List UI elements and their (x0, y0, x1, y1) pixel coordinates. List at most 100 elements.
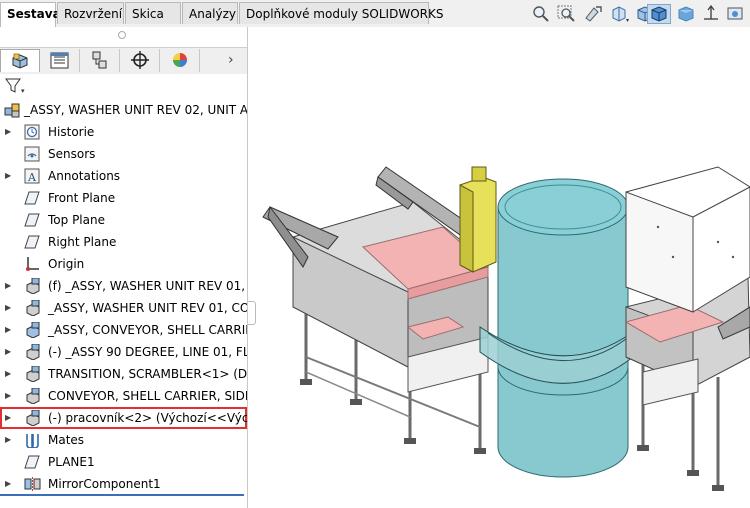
section-view-icon[interactable]: ▾ (608, 4, 630, 24)
tree-item-label: Front Plane (48, 191, 116, 205)
feature-manager-panel: › ▾ _ASSY, WASHER UNIT REV 02, UNIT ASSE… (0, 27, 248, 508)
tree-item-label: _ASSY, WASHER UNIT REV 01, COLD F (48, 301, 247, 315)
tree-item-origin[interactable]: Origin (0, 253, 247, 275)
expand-arrow-icon[interactable]: ▶ (5, 121, 13, 143)
tree-item-top-plane[interactable]: Top Plane (0, 209, 247, 231)
tree-root[interactable]: _ASSY, WASHER UNIT REV 02, UNIT ASSEN (0, 99, 247, 121)
assembly-model[interactable] (248, 27, 750, 508)
panel-grip[interactable] (118, 31, 126, 39)
subassembly-icon (24, 409, 41, 427)
tree-item-assy-90-degree[interactable]: ▶ (-) _ASSY 90 DEGREE, LINE 01, FLOOR (0, 341, 247, 363)
filter-row: ▾ (0, 74, 247, 98)
zoom-to-fit-icon[interactable] (530, 4, 552, 24)
tree-item-label: (-) _ASSY 90 DEGREE, LINE 01, FLOOR (48, 345, 247, 359)
tree-item-front-plane[interactable]: Front Plane (0, 187, 247, 209)
tab-sestava[interactable]: Sestava (0, 2, 61, 27)
splitter-handle[interactable] (248, 301, 256, 325)
graphics-area[interactable] (248, 27, 750, 508)
shaded-icon[interactable] (675, 4, 697, 24)
tree-item-label: Sensors (48, 147, 96, 161)
previous-view-icon[interactable] (582, 4, 604, 24)
mates-icon (24, 432, 41, 449)
tree-item-conveyor-shell-carrier[interactable]: ▶ _ASSY, CONVEYOR, SHELL CARRIER< (0, 319, 247, 341)
cylinder-part[interactable] (479, 178, 634, 478)
svg-text:▾: ▾ (21, 87, 25, 95)
tree-item-washer-hot[interactable]: ▶ (f) _ASSY, WASHER UNIT REV 01, HOT (0, 275, 247, 297)
tree-item-right-plane[interactable]: Right Plane (0, 231, 247, 253)
tree-item-label: Annotations (48, 169, 121, 183)
plane-icon (24, 190, 41, 206)
svg-text:A: A (27, 171, 37, 184)
feature-manager-icon[interactable] (0, 49, 40, 72)
tab-analyzy[interactable]: Analýzy (182, 2, 238, 24)
tree-item-label: Right Plane (48, 235, 117, 249)
history-icon (24, 124, 41, 140)
manager-tab-bar: › (0, 47, 247, 75)
tree-root-label: _ASSY, WASHER UNIT REV 02, UNIT ASSEN (24, 103, 247, 117)
subassembly-icon (24, 277, 41, 295)
chevron-right-icon[interactable]: › (228, 50, 242, 70)
tab-doplnkove-moduly[interactable]: Doplňkové moduly SOLIDWORKS (239, 2, 443, 24)
tree-item-label: Historie (48, 125, 95, 139)
tree-item-washer-cold[interactable]: ▶ _ASSY, WASHER UNIT REV 01, COLD F (0, 297, 247, 319)
bottle-part[interactable] (459, 166, 497, 273)
shaded-with-edges-icon[interactable] (647, 4, 671, 24)
tree-item-label: PLANE1 (48, 455, 95, 469)
subassembly-icon (24, 321, 41, 339)
dimxpert-manager-icon[interactable] (120, 49, 160, 72)
tree-item-label: Mates (48, 433, 85, 447)
tree-item-label: Origin (48, 257, 85, 271)
svg-text:▾: ▾ (626, 17, 629, 24)
plane-icon (24, 212, 41, 228)
expand-arrow-icon[interactable]: ▶ (5, 363, 13, 385)
property-manager-icon[interactable] (40, 49, 80, 72)
subassembly-icon (24, 365, 41, 383)
tree-item-transition-scrambler[interactable]: ▶ TRANSITION, SCRAMBLER<1> (Defau (0, 363, 247, 385)
expand-arrow-icon[interactable]: ▶ (5, 341, 13, 363)
sensors-icon (24, 146, 41, 162)
tree-item-label: TRANSITION, SCRAMBLER<1> (Defau (48, 367, 247, 381)
expand-arrow-icon[interactable]: ▶ (5, 385, 13, 407)
left-conveyor[interactable] (262, 166, 490, 454)
expand-arrow-icon[interactable]: ▶ (5, 165, 13, 187)
tree-item-label: _ASSY, CONVEYOR, SHELL CARRIER< (48, 323, 247, 337)
tree-item-label: Top Plane (48, 213, 105, 227)
subassembly-icon (24, 387, 41, 405)
tree-item-mates[interactable]: ▶ Mates (0, 429, 247, 451)
expand-arrow-icon[interactable]: ▶ (5, 429, 13, 451)
subassembly-icon (24, 343, 41, 361)
tree-item-conveyor-side-rail[interactable]: ▶ CONVEYOR, SHELL CARRIER, SIDE RA (0, 385, 247, 407)
tree-item-historie[interactable]: ▶ Historie (0, 121, 247, 143)
right-conveyor[interactable] (624, 166, 750, 491)
expand-arrow-icon[interactable]: ▶ (5, 275, 13, 297)
expand-arrow-icon[interactable]: ▶ (5, 319, 13, 341)
tree-item-label: MirrorComponent1 (48, 477, 161, 491)
command-manager-tabs: Sestava Rozvržení Skica Analýzy Doplňkov… (0, 0, 750, 28)
view-setting-icon[interactable] (725, 4, 747, 24)
configuration-manager-icon[interactable] (80, 49, 120, 72)
expand-arrow-icon[interactable]: ▶ (5, 297, 13, 319)
normal-to-icon[interactable] (700, 4, 722, 24)
tree-item-sensors[interactable]: Sensors (0, 143, 247, 165)
expand-arrow-icon[interactable]: ▶ (5, 473, 13, 495)
plane-icon (24, 454, 41, 470)
tree-item-mirror-component[interactable]: ▶ MirrorComponent1 (0, 473, 247, 495)
tree-item-plane1[interactable]: PLANE1 (0, 451, 247, 473)
tree-item-annotations[interactable]: ▶ A Annotations (0, 165, 247, 187)
tree-item-label: (-) pracovník<2> (Výchozí<<Výchozí (48, 411, 247, 425)
annotations-icon: A (24, 168, 41, 184)
plane-icon (24, 234, 41, 250)
display-manager-icon[interactable] (160, 49, 200, 72)
mirror-component-icon (24, 476, 41, 492)
tree-item-pracovnik[interactable]: ▶ (-) pracovník<2> (Výchozí<<Výchozí (0, 407, 247, 429)
origin-icon (24, 256, 41, 272)
tab-rozvrzeni[interactable]: Rozvržení (57, 2, 124, 24)
filter-icon[interactable]: ▾ (4, 77, 30, 95)
tree-item-label: CONVEYOR, SHELL CARRIER, SIDE RA (48, 389, 247, 403)
zoom-to-area-icon[interactable] (556, 4, 578, 24)
panel-bottom-scroll[interactable] (0, 494, 244, 496)
subassembly-icon (24, 299, 41, 317)
tab-skica[interactable]: Skica (125, 2, 181, 24)
assembly-icon (4, 102, 21, 118)
expand-arrow-icon[interactable]: ▶ (5, 407, 13, 429)
